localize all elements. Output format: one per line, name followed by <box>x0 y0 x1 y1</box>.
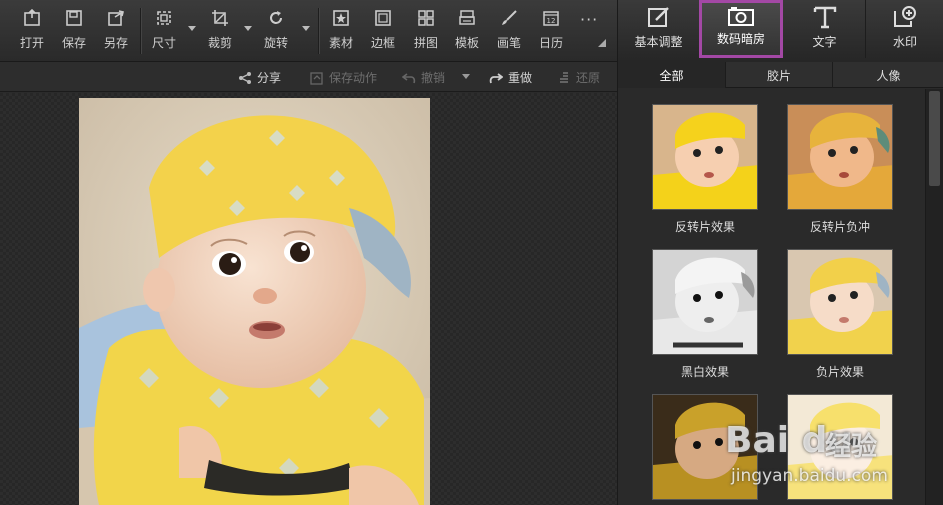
mode-label: 水印 <box>892 35 917 49</box>
more-tools-button[interactable]: ··· <box>580 10 598 29</box>
effects-scrollbar[interactable] <box>925 89 943 505</box>
mode-tab-text[interactable]: 文字 <box>784 0 866 58</box>
frame-icon <box>373 8 393 28</box>
redo-icon <box>489 72 503 83</box>
resize-dropdown-caret[interactable] <box>188 26 196 31</box>
frame-button[interactable]: 边框 <box>371 8 395 56</box>
save-as-icon <box>106 8 126 28</box>
watermark-url: jingyan.baidu.com <box>731 466 888 486</box>
crop-icon <box>210 8 230 28</box>
calendar-icon: 12 <box>541 8 561 28</box>
sticker-icon <box>331 8 351 28</box>
collage-icon <box>416 8 436 28</box>
toolbar-separator <box>140 8 141 54</box>
brush-label: 画笔 <box>497 36 522 50</box>
restore-icon <box>560 71 568 83</box>
rotate-button[interactable]: 旋转 <box>264 8 288 56</box>
effect-thumbnail[interactable]: 反转片负冲 <box>786 104 894 235</box>
save-action-button[interactable]: 保存动作 <box>310 69 377 86</box>
effect-preview-image <box>652 104 758 210</box>
mode-label: 文字 <box>812 35 837 49</box>
sticker-label: 素材 <box>329 36 354 50</box>
save-label: 保存 <box>62 36 87 50</box>
rotate-label: 旋转 <box>264 36 289 50</box>
action-bar: 分享 保存动作 撤销 重做 还原 <box>0 62 617 92</box>
rotate-dropdown-caret[interactable] <box>302 26 310 31</box>
mode-tab-basic-adjust[interactable]: 基本调整 <box>618 0 700 58</box>
mode-tab-watermark[interactable]: 水印 <box>866 0 943 58</box>
save-as-button[interactable]: 另存 <box>104 8 128 56</box>
rotate-icon <box>266 8 286 28</box>
effect-label: 黑白效果 <box>680 365 729 379</box>
save-icon <box>64 8 84 28</box>
save-button[interactable]: 保存 <box>62 8 86 56</box>
effect-preview-image <box>652 249 758 355</box>
save-as-label: 另存 <box>104 36 129 50</box>
effect-thumbnail[interactable]: 负片效果 <box>786 249 894 380</box>
mode-tabs: 基本调整 数码暗房 文字 水印 <box>617 0 943 62</box>
calendar-day-number: 12 <box>547 17 556 25</box>
effect-label: 反转片负冲 <box>809 220 870 234</box>
crop-label: 裁剪 <box>208 36 233 50</box>
expand-corner-icon[interactable] <box>598 39 606 47</box>
undo-button[interactable]: 撤销 <box>402 69 445 86</box>
template-button[interactable]: 模板 <box>455 8 479 56</box>
toolbar-separator <box>318 8 319 54</box>
restore-label: 还原 <box>576 71 601 85</box>
share-icon <box>239 71 251 84</box>
frame-label: 边框 <box>371 36 396 50</box>
collage-label: 拼图 <box>414 36 439 50</box>
resize-label: 尺寸 <box>152 36 177 50</box>
redo-button[interactable]: 重做 <box>489 69 532 86</box>
sticker-button[interactable]: 素材 <box>329 8 353 56</box>
open-button[interactable]: 打开 <box>20 8 44 56</box>
effect-thumbnail[interactable]: 黑白效果 <box>651 249 759 380</box>
template-label: 模板 <box>455 36 480 50</box>
effect-preview-image <box>787 104 893 210</box>
template-icon <box>457 8 477 28</box>
baidu-watermark: Bai du 经验 jingyan.baidu.com <box>725 420 925 500</box>
calendar-button[interactable]: 12 日历 <box>539 8 563 56</box>
watermark-text: 经验 <box>825 432 878 462</box>
camera-icon <box>726 3 756 28</box>
crop-dropdown-caret[interactable] <box>244 26 252 31</box>
save-action-label: 保存动作 <box>329 71 378 85</box>
effect-label: 负片效果 <box>815 365 864 379</box>
open-label: 打开 <box>20 36 45 50</box>
baby-photo <box>79 98 430 505</box>
adjust-icon <box>644 3 674 31</box>
scrollbar-thumb[interactable] <box>929 91 940 186</box>
effect-label: 反转片效果 <box>674 220 735 234</box>
text-icon <box>810 3 840 31</box>
undo-label: 撤销 <box>421 71 446 85</box>
save-action-icon <box>310 71 323 85</box>
resize-icon <box>154 8 174 28</box>
share-button[interactable]: 分享 <box>238 69 281 86</box>
collage-button[interactable]: 拼图 <box>414 8 438 56</box>
brush-icon <box>499 8 519 28</box>
effect-thumbnail[interactable]: 反转片效果 <box>651 104 759 235</box>
share-label: 分享 <box>257 71 282 85</box>
undo-icon <box>402 72 416 83</box>
watermark-icon <box>890 3 920 31</box>
effect-filter-tabs: 全部 胶片 人像 <box>618 62 943 88</box>
calendar-label: 日历 <box>539 36 564 50</box>
mode-label: 数码暗房 <box>716 32 765 46</box>
mode-label: 基本调整 <box>634 35 683 49</box>
open-icon <box>22 8 42 28</box>
main-toolbar: 打开 保存 另存 尺寸 裁剪 旋转 素材 边框 拼图 模板 画笔 12 日历 ·… <box>0 0 617 62</box>
filter-tab-portrait[interactable]: 人像 <box>833 62 943 88</box>
undo-history-caret[interactable] <box>462 74 470 79</box>
brush-button[interactable]: 画笔 <box>497 8 521 56</box>
filter-tab-all[interactable]: 全部 <box>618 62 726 88</box>
effect-preview-image <box>787 249 893 355</box>
filter-tab-film[interactable]: 胶片 <box>726 62 833 88</box>
redo-label: 重做 <box>508 71 533 85</box>
editing-canvas[interactable] <box>0 93 617 505</box>
resize-button[interactable]: 尺寸 <box>152 8 176 56</box>
crop-button[interactable]: 裁剪 <box>208 8 232 56</box>
mode-tab-darkroom[interactable]: 数码暗房 <box>699 0 783 58</box>
restore-button[interactable]: 还原 <box>557 69 600 86</box>
